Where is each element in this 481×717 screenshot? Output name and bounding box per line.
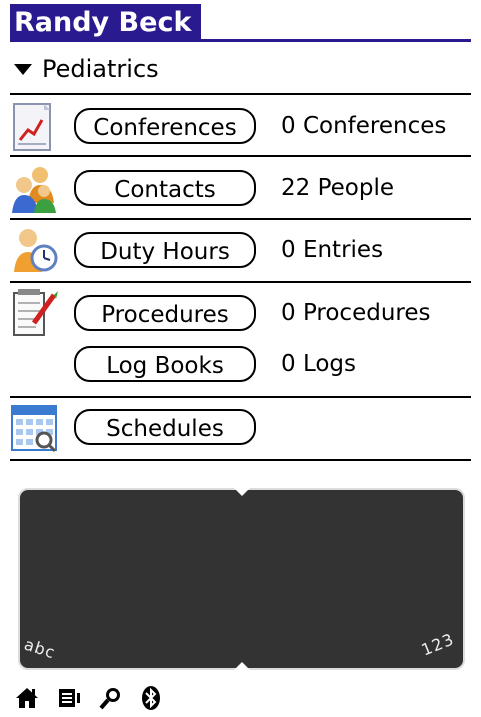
divider — [10, 218, 471, 220]
log-books-count: 0 Logs — [281, 351, 357, 377]
conferences-button[interactable]: Conferences — [74, 108, 256, 144]
notch-top-marker — [233, 488, 250, 496]
conferences-chart-icon[interactable] — [8, 102, 60, 154]
app-title[interactable]: Randy Beck — [10, 4, 202, 42]
divider — [10, 396, 471, 398]
schedules-button[interactable]: Schedules — [74, 409, 256, 445]
dropdown-triangle-icon — [14, 63, 32, 75]
conferences-count: 0 Conferences — [281, 113, 447, 139]
find-icon[interactable] — [98, 685, 124, 711]
procedures-notepad-icon[interactable] — [8, 287, 60, 339]
number-mode-label: 123 — [419, 629, 458, 660]
system-toolbar — [14, 683, 162, 713]
duty-hours-count: 0 Entries — [281, 237, 384, 263]
title-underline — [10, 39, 471, 42]
schedules-calendar-icon[interactable] — [8, 402, 60, 454]
graffiti-writing-area[interactable]: abc 123 — [18, 488, 465, 670]
menu-icon[interactable] — [56, 685, 82, 711]
contacts-count: 22 People — [281, 175, 394, 201]
category-label: Pediatrics — [42, 55, 159, 83]
contacts-people-icon[interactable] — [8, 163, 60, 215]
divider — [10, 459, 471, 461]
bluetooth-icon[interactable] — [140, 685, 162, 711]
duty-hours-clock-icon[interactable] — [8, 226, 60, 278]
notch-bottom-marker — [233, 662, 250, 670]
divider — [10, 281, 471, 283]
contacts-button[interactable]: Contacts — [74, 170, 256, 206]
log-books-button[interactable]: Log Books — [74, 346, 256, 382]
duty-hours-button[interactable]: Duty Hours — [74, 232, 256, 268]
procedures-count: 0 Procedures — [281, 300, 431, 326]
home-icon[interactable] — [14, 685, 40, 711]
title-bar: Randy Beck — [0, 0, 481, 46]
divider — [10, 93, 471, 95]
category-selector[interactable]: Pediatrics — [14, 50, 159, 88]
divider — [10, 155, 471, 157]
procedures-button[interactable]: Procedures — [74, 295, 256, 331]
abc-mode-label: abc — [21, 634, 58, 663]
